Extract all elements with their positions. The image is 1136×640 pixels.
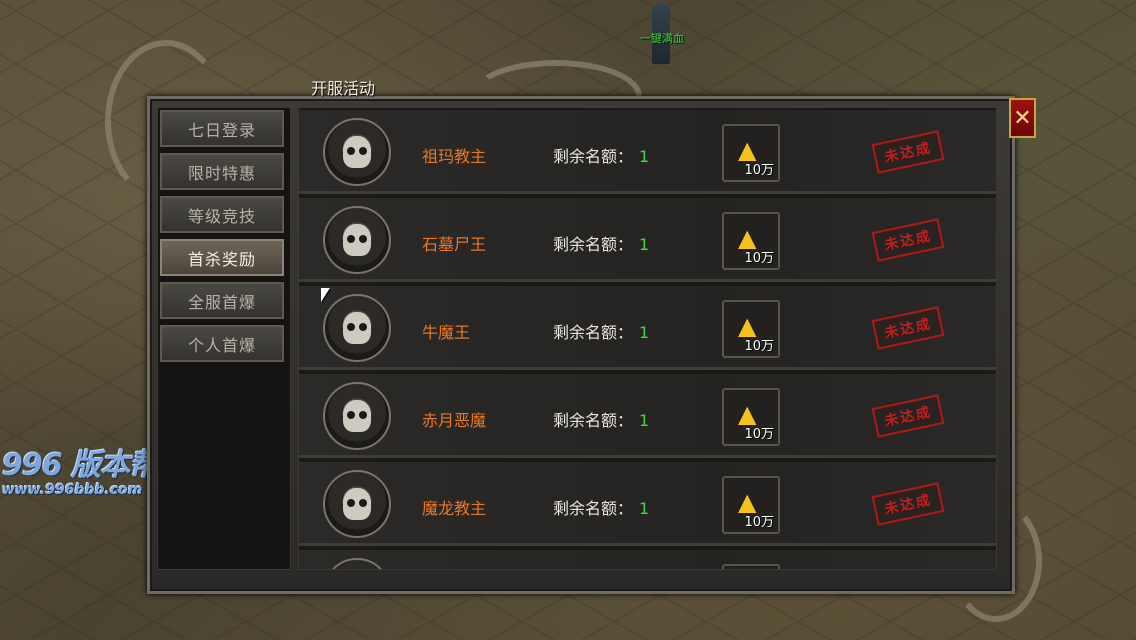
quota-label: 剩余名额：: [553, 147, 634, 166]
quota-label: 剩余名额：: [553, 235, 634, 254]
tab-limited-offer[interactable]: 限时特惠: [160, 153, 284, 190]
tab-first-kill-reward[interactable]: 首杀奖励: [160, 239, 284, 276]
skull-icon: [323, 206, 391, 274]
quota-value: 1: [639, 499, 650, 518]
boss-name: 魔龙教主: [422, 499, 487, 518]
skull-icon: [323, 470, 391, 538]
status-stamp: 未达成: [871, 306, 945, 350]
watermark-logo: 996 版本帮: [2, 448, 159, 483]
skull-icon: [323, 118, 391, 186]
quota-text: 剩余名额： 1: [553, 143, 649, 167]
status-stamp: 未达成: [871, 130, 945, 174]
boss-row: 石墓尸王 剩余名额： 1 ▲ 10万 未达成: [299, 198, 996, 282]
mouse-cursor-icon: [321, 288, 330, 302]
boss-row-partial: [299, 550, 996, 569]
quota-label: 剩余名额：: [553, 499, 634, 518]
boss-row: 牛魔王 剩余名额： 1 ▲ 10万 未达成: [299, 286, 996, 370]
boss-name: 祖玛教主: [422, 147, 487, 166]
quota-value: 1: [639, 323, 650, 342]
reward-amount: 10万: [744, 339, 774, 354]
boss-row: 赤月恶魔 剩余名额： 1 ▲ 10万 未达成: [299, 374, 996, 458]
boss-name: 石墓尸王: [422, 235, 487, 254]
skull-icon: [323, 558, 391, 569]
reward-slot[interactable]: [722, 564, 780, 569]
quota-value: 1: [639, 411, 650, 430]
status-stamp: 未达成: [871, 482, 945, 526]
reward-slot[interactable]: ▲ 10万: [722, 300, 780, 358]
reward-amount: 10万: [744, 251, 774, 266]
reward-slot[interactable]: ▲ 10万: [722, 124, 780, 182]
quota-label: 剩余名额：: [553, 411, 634, 430]
player-character-name: 一键满血: [640, 32, 684, 45]
quota-text: 剩余名额： 1: [553, 231, 649, 255]
close-button[interactable]: ✕: [1009, 98, 1036, 138]
quota-text: 剩余名额： 1: [553, 495, 649, 519]
watermark-url: www.996bbb.com: [2, 482, 143, 498]
tab-server-first-drop[interactable]: 全服首爆: [160, 282, 284, 319]
reward-slot[interactable]: ▲ 10万: [722, 476, 780, 534]
tab-level-competition[interactable]: 等级竞技: [160, 196, 284, 233]
quota-label: 剩余名额：: [553, 323, 634, 342]
tab-personal-first-drop[interactable]: 个人首爆: [160, 325, 284, 362]
reward-slot[interactable]: ▲ 10万: [722, 212, 780, 270]
boss-list[interactable]: 祖玛教主 剩余名额： 1 ▲ 10万 未达成 石墓尸王 剩余名额： 1 ▲ 10万 未达…: [298, 107, 997, 570]
boss-name: 赤月恶魔: [422, 411, 487, 430]
status-stamp: 未达成: [871, 218, 945, 262]
reward-amount: 10万: [744, 427, 774, 442]
quota-text: 剩余名额： 1: [553, 407, 649, 431]
tab-seven-day-login[interactable]: 七日登录: [160, 110, 284, 147]
reward-amount: 10万: [744, 515, 774, 530]
reward-amount: 10万: [744, 163, 774, 178]
quota-value: 1: [639, 147, 650, 166]
boss-name: 牛魔王: [422, 323, 471, 342]
quota-value: 1: [639, 235, 650, 254]
boss-row: 魔龙教主 剩余名额： 1 ▲ 10万 未达成: [299, 462, 996, 546]
quota-text: 剩余名额： 1: [553, 319, 649, 343]
skull-icon: [323, 294, 391, 362]
skull-icon: [323, 382, 391, 450]
watermark: 996 版本帮 www.996bbb.com: [2, 440, 159, 498]
status-stamp: 未达成: [871, 394, 945, 438]
panel-title: 开服活动: [311, 79, 376, 98]
reward-slot[interactable]: ▲ 10万: [722, 388, 780, 446]
boss-row: 祖玛教主 剩余名额： 1 ▲ 10万 未达成: [299, 110, 996, 194]
